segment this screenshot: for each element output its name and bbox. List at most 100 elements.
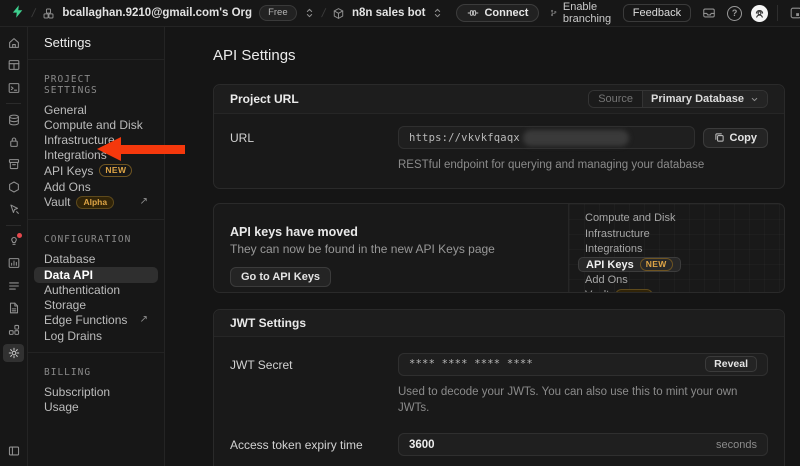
project-breadcrumb[interactable]: n8n sales bot [352, 7, 426, 19]
org-switcher-chevrons-icon[interactable] [304, 4, 315, 22]
supabase-logo-icon[interactable] [10, 4, 25, 22]
authentication-icon[interactable] [3, 133, 24, 151]
expiry-input[interactable]: 3600 seconds [398, 433, 768, 456]
expiry-label: Access token expiry time [230, 433, 398, 466]
url-help-text: RESTful endpoint for querying and managi… [398, 157, 768, 174]
sidebar-item-compute-and-disk[interactable]: Compute and Disk [28, 117, 164, 132]
sidebar-item-subscription[interactable]: Subscription [28, 384, 164, 399]
feedback-button[interactable]: Feedback [623, 4, 691, 22]
source-value[interactable]: Primary Database [643, 91, 767, 107]
sidebar-item-vault[interactable]: Vault Alpha ↗ [28, 194, 164, 210]
connect-button[interactable]: Connect [456, 4, 539, 22]
item-label: Integrations [44, 149, 107, 161]
section-label: CONFIGURATION [28, 229, 164, 251]
preview-label: Infrastructure [585, 228, 650, 240]
sidebar-item-database[interactable]: Database [28, 251, 164, 266]
sidebar-item-add-ons[interactable]: Add Ons [28, 179, 164, 194]
enable-branching-button[interactable]: Enable branching [550, 1, 615, 25]
jwt-settings-card: JWT Settings JWT Secret **** **** **** *… [213, 309, 785, 466]
assistant-panel-icon[interactable] [787, 4, 800, 22]
top-bar: / bcallaghan.9210@gmail.com's Org Free /… [0, 0, 800, 27]
org-breadcrumb[interactable]: bcallaghan.9210@gmail.com's Org [62, 7, 252, 19]
sidebar-item-storage[interactable]: Storage [28, 298, 164, 313]
collapse-sidebar-icon[interactable] [3, 442, 24, 460]
card-title: JWT Settings [230, 316, 306, 330]
copy-button[interactable]: Copy [703, 128, 769, 148]
preview-label: Integrations [585, 243, 642, 255]
sidebar-item-authentication[interactable]: Authentication [28, 283, 164, 298]
new-badge: NEW [640, 258, 673, 271]
section-label: BILLING [28, 362, 164, 384]
sidebar-item-usage[interactable]: Usage [28, 399, 164, 414]
card-title: Project URL [230, 92, 299, 106]
inbox-icon[interactable] [700, 4, 718, 22]
project-url-value: https://vkvkfqaqx [409, 132, 520, 144]
moved-subtitle: They can now be found in the new API Key… [230, 242, 552, 256]
sidebar-item-log-drains[interactable]: Log Drains [28, 328, 164, 343]
sidebar-item-edge-functions[interactable]: Edge Functions ↗ [28, 313, 164, 328]
advisors-icon[interactable] [3, 232, 24, 250]
api-keys-moved-card: API keys have moved They can now be foun… [213, 203, 785, 293]
integrations-icon[interactable] [3, 321, 24, 339]
source-value-label: Primary Database [651, 93, 744, 105]
source-select[interactable]: Source Primary Database [588, 90, 768, 108]
item-label: Infrastructure [44, 134, 115, 146]
table-editor-icon[interactable] [3, 56, 24, 74]
item-label: Log Drains [44, 330, 102, 342]
section-project-settings: PROJECT SETTINGS General Compute and Dis… [28, 60, 164, 220]
home-icon[interactable] [3, 34, 24, 52]
api-docs-icon[interactable] [3, 299, 24, 317]
preview-item-api-keys: API Keys NEW [585, 257, 784, 272]
external-link-icon: ↗ [683, 290, 691, 293]
sidebar-item-general[interactable]: General [28, 102, 164, 117]
breadcrumb-separator: / [31, 6, 37, 20]
reveal-button[interactable]: Reveal [705, 356, 757, 372]
help-icon[interactable]: ? [727, 6, 742, 21]
logs-icon[interactable] [3, 277, 24, 295]
expiry-unit: seconds [716, 439, 757, 451]
item-label: Data API [44, 269, 93, 281]
item-label: Add Ons [44, 181, 91, 193]
sidebar-preview-panel: Compute and Disk Infrastructure Integrat… [568, 204, 784, 292]
user-avatar[interactable] [751, 5, 768, 22]
jwt-secret-label: JWT Secret [230, 353, 398, 429]
preview-item-vault: Vault Alpha ↗ [585, 288, 784, 293]
preview-item: Infrastructure [585, 226, 784, 241]
sql-editor-icon[interactable] [3, 79, 24, 97]
preview-label: Add Ons [585, 274, 628, 286]
database-icon[interactable] [3, 111, 24, 129]
project-settings-icon[interactable] [3, 344, 24, 362]
edge-functions-icon[interactable] [3, 178, 24, 196]
realtime-icon[interactable] [3, 200, 24, 218]
sidebar-item-infrastructure[interactable]: Infrastructure [28, 132, 164, 147]
item-label: API Keys [44, 165, 93, 177]
redacted-url-blur [523, 130, 629, 146]
item-label: General [44, 104, 87, 116]
sidebar-item-data-api[interactable]: Data API [34, 267, 158, 283]
go-to-api-keys-button[interactable]: Go to API Keys [230, 267, 331, 287]
sidebar-item-api-keys[interactable]: API Keys NEW [28, 163, 164, 179]
rail-divider [6, 103, 21, 104]
item-label: Compute and Disk [44, 119, 143, 131]
storage-icon[interactable] [3, 155, 24, 173]
item-label: Usage [44, 401, 79, 413]
connect-label: Connect [484, 7, 528, 19]
project-url-input[interactable]: https://vkvkfqaqx [398, 126, 695, 149]
item-label: Subscription [44, 386, 110, 398]
alpha-badge: Alpha [615, 289, 653, 293]
item-label: Authentication [44, 284, 120, 296]
jwt-secret-input[interactable]: **** **** **** **** Reveal [398, 353, 768, 376]
reports-icon[interactable] [3, 254, 24, 272]
project-icon [332, 7, 345, 20]
preview-label: API Keys [586, 259, 634, 271]
new-badge: NEW [99, 164, 132, 177]
section-configuration: CONFIGURATION Database Data API Authenti… [28, 220, 164, 353]
external-link-icon: ↗ [140, 196, 148, 208]
sidebar-item-integrations[interactable]: Integrations [28, 148, 164, 163]
chevron-down-icon [750, 95, 759, 104]
sidebar-title: Settings [28, 27, 164, 60]
alpha-badge: Alpha [76, 196, 114, 209]
source-label: Source [589, 91, 643, 107]
project-switcher-chevrons-icon[interactable] [432, 4, 443, 22]
expiry-value: 3600 [409, 439, 435, 451]
